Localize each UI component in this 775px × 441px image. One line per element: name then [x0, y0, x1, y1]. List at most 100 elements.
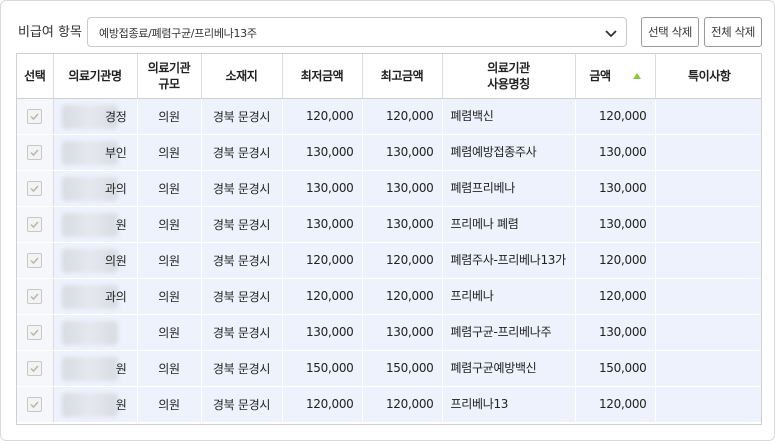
cell-min: 120,000 — [282, 242, 363, 279]
row-checkbox[interactable] — [27, 288, 43, 304]
cell-min: 150,000 — [282, 350, 363, 387]
check-icon — [30, 328, 39, 336]
table-row[interactable]: 과의 의원 경북 문경시 120,000 120,000 프리베나 120,000 — [17, 278, 761, 315]
delete-selected-button[interactable]: 선택 삭제 — [641, 17, 699, 47]
hospital-name-text: 원 — [115, 217, 127, 232]
cell-name: 경정 — [53, 98, 138, 135]
row-select-cell — [17, 98, 54, 135]
cell-min: 130,000 — [282, 314, 363, 351]
row-checkbox[interactable] — [27, 324, 43, 340]
main-panel: 비급여 항목 예방접종료/폐렴구균/프리베나13주 선택 삭제 전체 삭제 선택… — [0, 0, 775, 441]
item-select[interactable]: 예방접종료/폐렴구균/프리베나13주 — [87, 17, 627, 47]
table-row[interactable]: 경정 의원 경북 문경시 120,000 120,000 폐렴백신 120,000 — [17, 98, 761, 135]
row-select-cell — [17, 134, 54, 171]
check-icon — [30, 148, 39, 156]
table-row[interactable]: 의원 의원 경북 문경시 120,000 120,000 폐렴주사-프리베나13가 120,… — [17, 242, 761, 279]
cell-scale: 의원 — [137, 242, 202, 279]
cell-max: 120,000 — [362, 98, 443, 135]
cell-scale: 의원 — [137, 278, 202, 315]
row-checkbox[interactable] — [27, 396, 43, 412]
cell-amount: 150,000 — [575, 350, 656, 387]
table-row[interactable]: 원 의원 경북 문경시 150,000 150,000 폐렴구균예방백신 150,000 — [17, 350, 761, 387]
hospital-name-text: 부인 — [105, 145, 127, 160]
header-note[interactable]: 특이사항 — [655, 54, 761, 99]
cell-min: 120,000 — [282, 278, 363, 315]
table-row[interactable]: 부인 의원 경북 문경시 130,000 130,000 폐렴예방접종주사 130,000 — [17, 134, 761, 171]
cell-use: 폐렴주사-프리베나13가 — [442, 242, 576, 279]
sort-asc-icon[interactable] — [632, 73, 641, 80]
cell-min: 120,000 — [282, 386, 363, 423]
header-use-line1: 의료기관 — [487, 60, 530, 75]
cell-amount: 120,000 — [575, 278, 656, 315]
row-checkbox[interactable] — [27, 360, 43, 376]
row-checkbox[interactable] — [27, 144, 43, 160]
check-icon — [30, 220, 39, 228]
cell-scale: 의원 — [137, 314, 202, 351]
cell-note — [655, 134, 761, 171]
row-checkbox[interactable] — [27, 180, 43, 196]
header-max[interactable]: 최고금액 — [362, 54, 443, 99]
cell-amount: 120,000 — [575, 386, 656, 423]
row-checkbox[interactable] — [27, 216, 43, 232]
hospital-name-text: 과의 — [105, 289, 127, 304]
cell-name — [53, 314, 138, 351]
row-select-cell — [17, 206, 54, 243]
cell-note — [655, 278, 761, 315]
cell-note — [655, 98, 761, 135]
cell-amount: 130,000 — [575, 170, 656, 207]
header-scale-line2: 규모 — [158, 76, 180, 91]
hospital-name-text: 과의 — [105, 181, 127, 196]
cell-location: 경북 문경시 — [201, 98, 283, 135]
chevron-down-icon — [605, 30, 617, 38]
row-select-cell — [17, 278, 54, 315]
cell-name: 의원 — [53, 242, 138, 279]
redacted-name-blur — [61, 392, 118, 417]
table-row[interactable]: 원 의원 경북 문경시 130,000 130,000 프리메나 폐렴 130,000 — [17, 206, 761, 243]
redacted-name-blur — [61, 320, 118, 345]
cell-location: 경북 문경시 — [201, 242, 283, 279]
cell-use: 폐렴구균-프리베나주 — [442, 314, 576, 351]
cell-amount: 120,000 — [575, 98, 656, 135]
header-use-line2: 사용명칭 — [487, 76, 530, 91]
cell-scale: 의원 — [137, 98, 202, 135]
cell-max: 130,000 — [362, 170, 443, 207]
table-row[interactable]: 의원 경북 문경시 130,000 130,000 폐렴구균-프리베나주 130,000 — [17, 314, 761, 351]
row-select-cell — [17, 314, 54, 351]
cell-note — [655, 386, 761, 423]
cell-location: 경북 문경시 — [201, 386, 283, 423]
cell-amount: 120,000 — [575, 242, 656, 279]
check-icon — [30, 400, 39, 408]
hospital-name-text: 원 — [115, 361, 127, 376]
table-header-row: 선택 의료기관명 의료기관 규모 소재지 최저금액 최고금액 의료기관 사용명칭 금… — [17, 54, 761, 99]
header-scale[interactable]: 의료기관 규모 — [137, 54, 202, 99]
cell-name: 원 — [53, 350, 138, 387]
cell-location: 경북 문경시 — [201, 206, 283, 243]
row-checkbox[interactable] — [27, 108, 43, 124]
cell-use: 폐렴백신 — [442, 98, 576, 135]
check-icon — [30, 292, 39, 300]
header-scale-line1: 의료기관 — [147, 60, 191, 75]
header-name[interactable]: 의료기관명 — [53, 54, 138, 99]
header-min[interactable]: 최저금액 — [282, 54, 363, 99]
header-use-name[interactable]: 의료기관 사용명칭 — [442, 54, 576, 99]
check-icon — [30, 112, 39, 120]
table-row[interactable]: 원 의원 경북 문경시 120,000 120,000 프리베나13 120,000 — [17, 386, 761, 423]
table-row[interactable]: 과의 의원 경북 문경시 130,000 130,000 폐렴프리베나 130,000 — [17, 170, 761, 207]
row-select-cell — [17, 170, 54, 207]
row-checkbox[interactable] — [27, 252, 43, 268]
check-icon — [30, 256, 39, 264]
cell-location: 경북 문경시 — [201, 350, 283, 387]
header-amount[interactable]: 금액 — [575, 54, 656, 99]
delete-all-button[interactable]: 전체 삭제 — [704, 17, 762, 47]
row-select-cell — [17, 386, 54, 423]
cell-scale: 의원 — [137, 134, 202, 171]
cell-use: 폐렴예방접종주사 — [442, 134, 576, 171]
cell-use: 프리베나 — [442, 278, 576, 315]
cell-amount: 130,000 — [575, 206, 656, 243]
header-location[interactable]: 소재지 — [201, 54, 283, 99]
redacted-name-blur — [61, 212, 118, 237]
cell-note — [655, 206, 761, 243]
cell-location: 경북 문경시 — [201, 314, 283, 351]
cell-max: 120,000 — [362, 242, 443, 279]
cell-use: 프리메나 폐렴 — [442, 206, 576, 243]
